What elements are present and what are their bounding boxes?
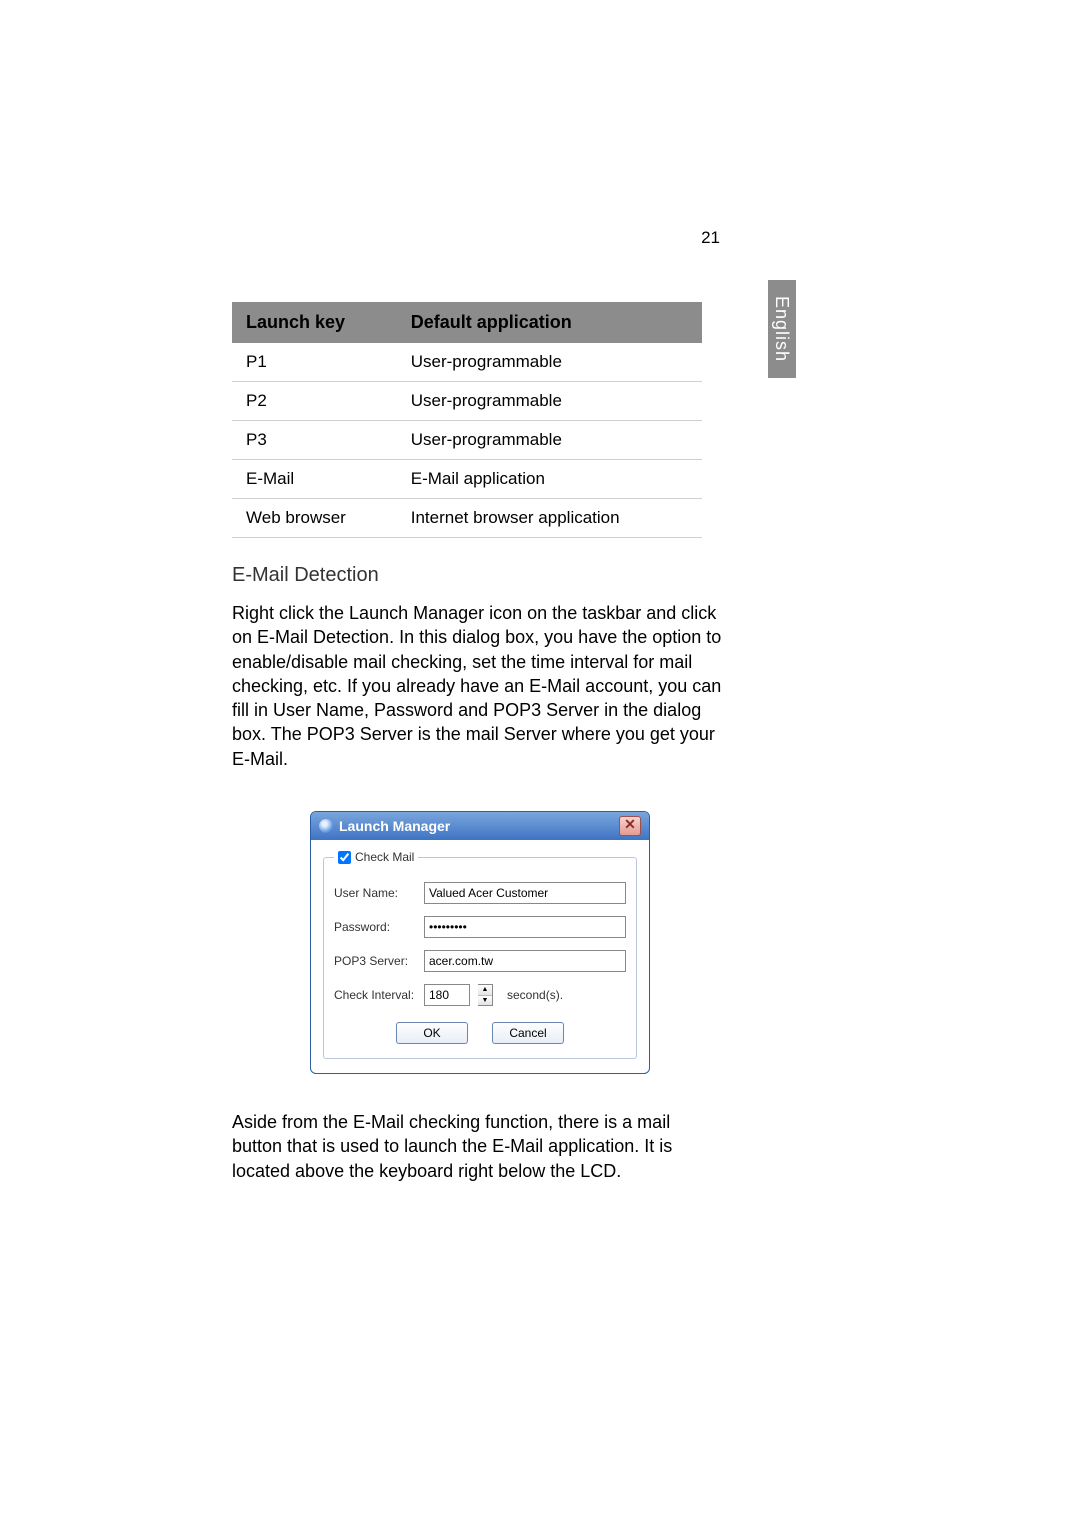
check-mail-fieldset: Check Mail User Name: Password: POP3 Ser… [323, 850, 637, 1059]
table-header-default-app: Default application [397, 302, 702, 343]
launch-manager-dialog: Launch Manager ✕ Check Mail User Name: [310, 811, 650, 1074]
cell-default-app: User-programmable [397, 382, 702, 421]
table-row: P2 User-programmable [232, 382, 702, 421]
check-mail-label: Check Mail [355, 850, 414, 864]
interval-label: Check Interval: [334, 988, 416, 1002]
interval-input[interactable] [424, 984, 470, 1006]
cell-launch-key: P2 [232, 382, 397, 421]
close-button[interactable]: ✕ [619, 816, 641, 836]
page-number: 21 [701, 228, 720, 248]
user-name-label: User Name: [334, 886, 416, 900]
cell-launch-key: P1 [232, 343, 397, 382]
cell-default-app: User-programmable [397, 343, 702, 382]
interval-spinner[interactable]: ▲ ▼ [478, 984, 493, 1006]
spinner-down-button[interactable]: ▼ [478, 996, 492, 1006]
check-mail-legend: Check Mail [334, 850, 418, 864]
dialog-title-text: Launch Manager [339, 818, 450, 834]
launch-key-table: Launch key Default application P1 User-p… [232, 302, 702, 538]
cell-default-app: E-Mail application [397, 460, 702, 499]
table-row: E-Mail E-Mail application [232, 460, 702, 499]
cancel-button[interactable]: Cancel [492, 1022, 564, 1044]
section-heading-email-detection: E-Mail Detection [232, 564, 712, 587]
interval-unit: second(s). [507, 988, 563, 1002]
dialog-body: Check Mail User Name: Password: POP3 Ser… [311, 840, 649, 1073]
cell-default-app: User-programmable [397, 421, 702, 460]
user-name-input[interactable] [424, 882, 626, 904]
table-row: P3 User-programmable [232, 421, 702, 460]
paragraph-footer: Aside from the E-Mail checking function,… [232, 1110, 722, 1183]
cell-launch-key: P3 [232, 421, 397, 460]
paragraph-intro: Right click the Launch Manager icon on t… [232, 601, 722, 771]
password-label: Password: [334, 920, 416, 934]
app-icon [319, 819, 333, 833]
pop3-label: POP3 Server: [334, 954, 416, 968]
table-header-launch-key: Launch key [232, 302, 397, 343]
check-mail-checkbox[interactable] [338, 851, 351, 864]
cell-launch-key: E-Mail [232, 460, 397, 499]
pop3-input[interactable] [424, 950, 626, 972]
language-tab: English [768, 280, 796, 378]
table-row: P1 User-programmable [232, 343, 702, 382]
cell-default-app: Internet browser application [397, 499, 702, 538]
table-row: Web browser Internet browser application [232, 499, 702, 538]
spinner-up-button[interactable]: ▲ [478, 985, 492, 996]
table-header-row: Launch key Default application [232, 302, 702, 343]
password-input[interactable] [424, 916, 626, 938]
ok-button[interactable]: OK [396, 1022, 468, 1044]
cell-launch-key: Web browser [232, 499, 397, 538]
dialog-titlebar: Launch Manager ✕ [311, 812, 649, 840]
